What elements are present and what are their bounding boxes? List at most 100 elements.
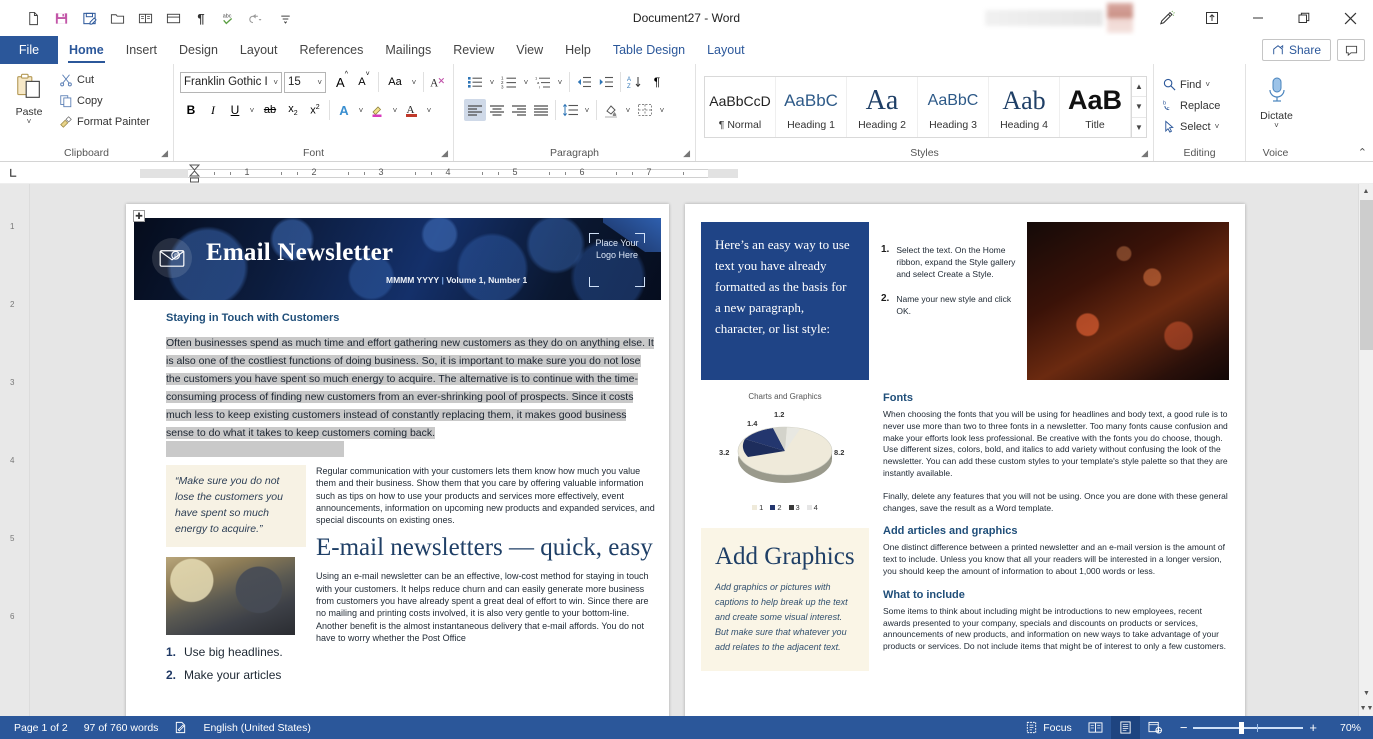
align-right-icon[interactable] [508, 99, 530, 121]
scrollbar-thumb[interactable] [1360, 200, 1373, 350]
styles-gallery[interactable]: AaBbCcD ¶ Normal AaBbC Heading 1 Aa Head… [704, 76, 1147, 138]
line-spacing-icon[interactable] [559, 99, 581, 121]
tab-help[interactable]: Help [554, 36, 602, 64]
copy-button[interactable]: Copy [56, 90, 153, 111]
replace-button[interactable]: bc Replace [1160, 95, 1223, 116]
text-effects-icon[interactable]: A [333, 99, 355, 121]
change-case-dropdown-icon[interactable]: ˅ [408, 71, 420, 93]
tab-mailings[interactable]: Mailings [374, 36, 442, 64]
align-left-icon[interactable] [464, 99, 486, 121]
bullets-dropdown-icon[interactable]: ˅ [486, 71, 498, 93]
pen-icon[interactable] [1143, 0, 1189, 36]
find-dropdown-icon[interactable]: ˅ [1205, 80, 1210, 89]
dictate-button[interactable]: Dictate ˅ [1252, 73, 1301, 130]
font-color-icon[interactable]: A [401, 99, 423, 121]
tab-design[interactable]: Design [168, 36, 229, 64]
sort-icon[interactable]: AZ [624, 71, 646, 93]
proofing-errors-icon[interactable] [166, 716, 195, 739]
paragraph-dialog-launcher[interactable]: ◢ [683, 148, 690, 159]
shading-icon[interactable] [600, 99, 622, 121]
zoom-out-button[interactable]: − [1180, 720, 1188, 735]
comment-icon[interactable] [1337, 39, 1365, 61]
avatar[interactable] [1107, 3, 1133, 33]
multilevel-list-icon[interactable]: 1ai [532, 71, 554, 93]
borders-dropdown-icon[interactable]: ˅ [656, 99, 668, 121]
style-normal[interactable]: AaBbCcD ¶ Normal [705, 77, 776, 137]
multilevel-list-dropdown-icon[interactable]: ˅ [554, 71, 566, 93]
italic-icon[interactable]: I [202, 99, 224, 121]
read-mode-icon[interactable] [132, 5, 158, 31]
tab-view[interactable]: View [505, 36, 554, 64]
print-layout-icon[interactable] [160, 5, 186, 31]
find-button[interactable]: Find ˅ [1160, 74, 1223, 95]
underline-icon[interactable]: U [224, 99, 246, 121]
styles-gallery-scroll[interactable]: ▲ ▼ ▼ [1131, 77, 1146, 137]
paste-button[interactable]: Paste ˅ [6, 69, 52, 126]
scroll-up-icon[interactable]: ▲ [1359, 184, 1373, 199]
tab-review[interactable]: Review [442, 36, 505, 64]
font-dialog-launcher[interactable]: ◢ [441, 148, 448, 159]
scroll-page-down-icon[interactable]: ▼▼ [1359, 701, 1373, 716]
font-name-dropdown-icon[interactable]: ˅ [273, 78, 278, 87]
ribbon-display-options-icon[interactable] [1189, 0, 1235, 36]
tab-insert[interactable]: Insert [115, 36, 168, 64]
borders-icon[interactable] [634, 99, 656, 121]
bullets-icon[interactable] [464, 71, 486, 93]
tab-file[interactable]: File [0, 36, 58, 64]
show-formatting-icon[interactable]: ¶ [188, 5, 214, 31]
grow-font-icon[interactable]: A ^ [331, 71, 353, 93]
style-heading-3[interactable]: AaBbC Heading 3 [918, 77, 989, 137]
logo-placeholder[interactable]: Place Your Logo Here [589, 233, 645, 287]
zoom-in-button[interactable]: + [1309, 720, 1317, 735]
close-icon[interactable] [1327, 0, 1373, 36]
subscript-icon[interactable]: x2 [282, 99, 304, 121]
style-title[interactable]: AaB Title [1060, 77, 1131, 137]
tab-table-design[interactable]: Table Design [602, 36, 696, 64]
shrink-font-icon[interactable]: A ˅ [353, 71, 375, 93]
restore-icon[interactable] [1281, 0, 1327, 36]
vertical-scrollbar[interactable]: ▲ ▼ ▼▼ [1358, 184, 1373, 716]
styles-more-icon[interactable]: ▼ [1132, 116, 1146, 137]
view-print-layout-icon[interactable] [1110, 716, 1140, 739]
tab-table-layout[interactable]: Layout [696, 36, 756, 64]
language-indicator[interactable]: English (United States) [195, 716, 318, 739]
styles-dialog-launcher[interactable]: ◢ [1141, 148, 1148, 159]
document-page-2[interactable]: Here’s an easy way to use text you have … [685, 204, 1245, 716]
highlight-icon[interactable] [367, 99, 389, 121]
font-color-dropdown-icon[interactable]: ˅ [423, 99, 435, 121]
show-marks-icon[interactable]: ¶ [646, 71, 668, 93]
increase-indent-icon[interactable] [595, 71, 617, 93]
spelling-check-icon[interactable]: abc [216, 5, 242, 31]
photo-man-with-tablet[interactable] [166, 557, 295, 635]
tab-references[interactable]: References [288, 36, 374, 64]
line-spacing-dropdown-icon[interactable]: ˅ [581, 99, 593, 121]
word-count[interactable]: 97 of 760 words [76, 716, 167, 739]
select-button[interactable]: Select ˅ [1160, 116, 1223, 137]
customize-qat-icon[interactable] [272, 5, 298, 31]
style-heading-1[interactable]: AaBbC Heading 1 [776, 77, 847, 137]
font-size-input[interactable]: 15 ˅ [284, 71, 326, 93]
page-indicator[interactable]: Page 1 of 2 [6, 716, 76, 739]
share-button[interactable]: Share [1261, 39, 1331, 61]
scroll-down-icon[interactable]: ▼ [1359, 686, 1373, 701]
save-icon[interactable] [48, 5, 74, 31]
bold-icon[interactable]: B [180, 99, 202, 121]
zoom-track[interactable] [1193, 721, 1304, 734]
clear-formatting-icon[interactable]: A [427, 71, 449, 93]
styles-scroll-down-icon[interactable]: ▼ [1132, 96, 1146, 116]
change-case-icon[interactable]: Aa [382, 71, 408, 93]
font-size-dropdown-icon[interactable]: ˅ [317, 78, 322, 87]
tab-home[interactable]: Home [58, 36, 115, 64]
clipboard-dialog-launcher[interactable]: ◢ [161, 148, 168, 159]
select-dropdown-icon[interactable]: ˅ [1215, 122, 1220, 131]
justify-icon[interactable] [530, 99, 552, 121]
table-move-handle[interactable]: ✚ [133, 210, 145, 222]
tab-layout[interactable]: Layout [229, 36, 289, 64]
view-web-layout-icon[interactable] [1140, 716, 1170, 739]
underline-dropdown-icon[interactable]: ˅ [246, 99, 258, 121]
cut-button[interactable]: Cut [56, 69, 153, 90]
zoom-thumb[interactable] [1239, 721, 1245, 734]
minimize-icon[interactable] [1235, 0, 1281, 36]
numbering-dropdown-icon[interactable]: ˅ [520, 71, 532, 93]
document-page-1[interactable]: ✚ @ Email Newsletter MMMM YYYY | Volume … [126, 204, 669, 716]
